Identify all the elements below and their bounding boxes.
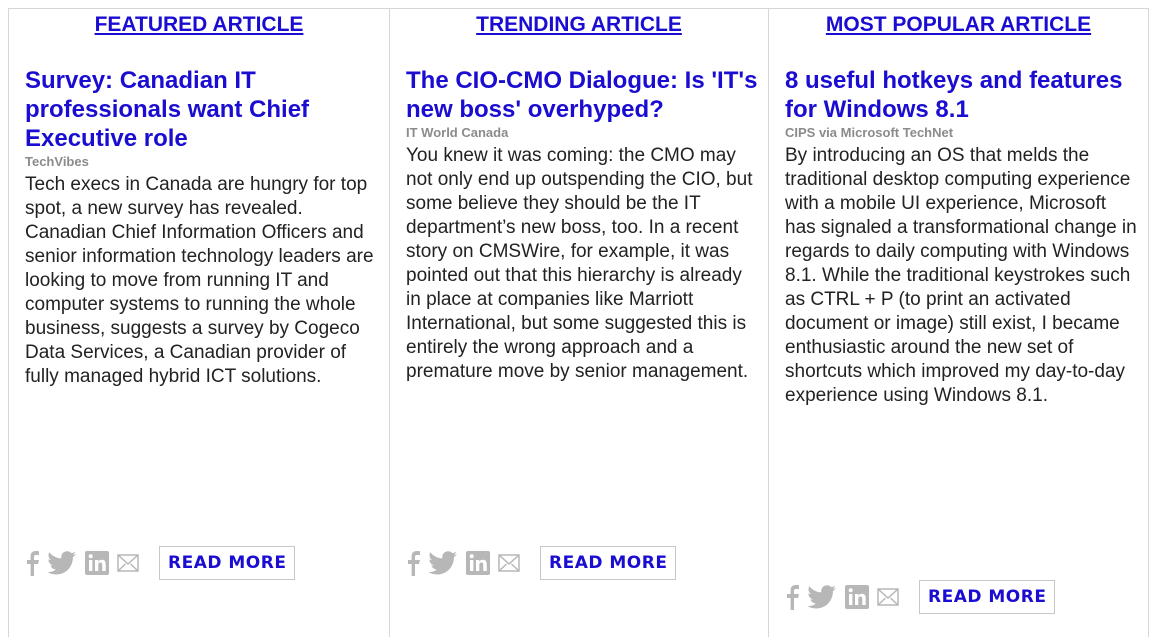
read-more-button[interactable]: READ MORE	[540, 546, 677, 580]
article-body: The CIO-CMO Dialogue: Is 'IT's new boss'…	[406, 66, 758, 384]
twitter-icon[interactable]	[807, 582, 837, 612]
linkedin-icon[interactable]	[85, 548, 109, 578]
trending-article-heading-link[interactable]: TRENDING ARTICLE	[390, 13, 768, 37]
article-source: TechVibes	[25, 154, 89, 169]
article-summary: Tech execs in Canada are hungry for top …	[25, 174, 374, 387]
read-more-button[interactable]: READ MORE	[919, 580, 1056, 614]
linkedin-icon[interactable]	[845, 582, 869, 612]
email-icon[interactable]	[117, 548, 139, 578]
article-actions: READ MORE	[25, 546, 296, 580]
twitter-icon[interactable]	[428, 548, 458, 578]
article-title-link[interactable]: The CIO-CMO Dialogue: Is 'IT's new boss'…	[406, 66, 758, 124]
email-icon[interactable]	[877, 582, 899, 612]
read-more-button[interactable]: READ MORE	[159, 546, 296, 580]
featured-article-column: FEATURED ARTICLE Survey: Canadian IT pro…	[9, 8, 389, 637]
most-popular-article-column: MOST POPULAR ARTICLE 8 useful hotkeys an…	[769, 8, 1148, 637]
article-summary: By introducing an OS that melds the trad…	[785, 145, 1137, 406]
article-title-link[interactable]: 8 useful hotkeys and features for Window…	[785, 66, 1138, 124]
article-source: IT World Canada	[406, 125, 509, 140]
article-title-link[interactable]: Survey: Canadian IT professionals want C…	[25, 66, 379, 153]
featured-article-heading-link[interactable]: FEATURED ARTICLE	[9, 13, 389, 37]
facebook-icon[interactable]	[406, 548, 420, 578]
facebook-icon[interactable]	[785, 582, 799, 612]
article-body: Survey: Canadian IT professionals want C…	[25, 66, 379, 389]
facebook-icon[interactable]	[25, 548, 39, 578]
most-popular-article-heading-link[interactable]: MOST POPULAR ARTICLE	[769, 13, 1148, 37]
article-source: CIPS via Microsoft TechNet	[785, 125, 954, 140]
article-summary: You knew it was coming: the CMO may not …	[406, 145, 753, 382]
article-body: 8 useful hotkeys and features for Window…	[785, 66, 1138, 408]
trending-article-column: TRENDING ARTICLE The CIO-CMO Dialogue: I…	[390, 8, 768, 637]
article-actions: READ MORE	[406, 546, 677, 580]
article-actions: READ MORE	[785, 580, 1056, 614]
twitter-icon[interactable]	[47, 548, 77, 578]
linkedin-icon[interactable]	[466, 548, 490, 578]
email-icon[interactable]	[498, 548, 520, 578]
